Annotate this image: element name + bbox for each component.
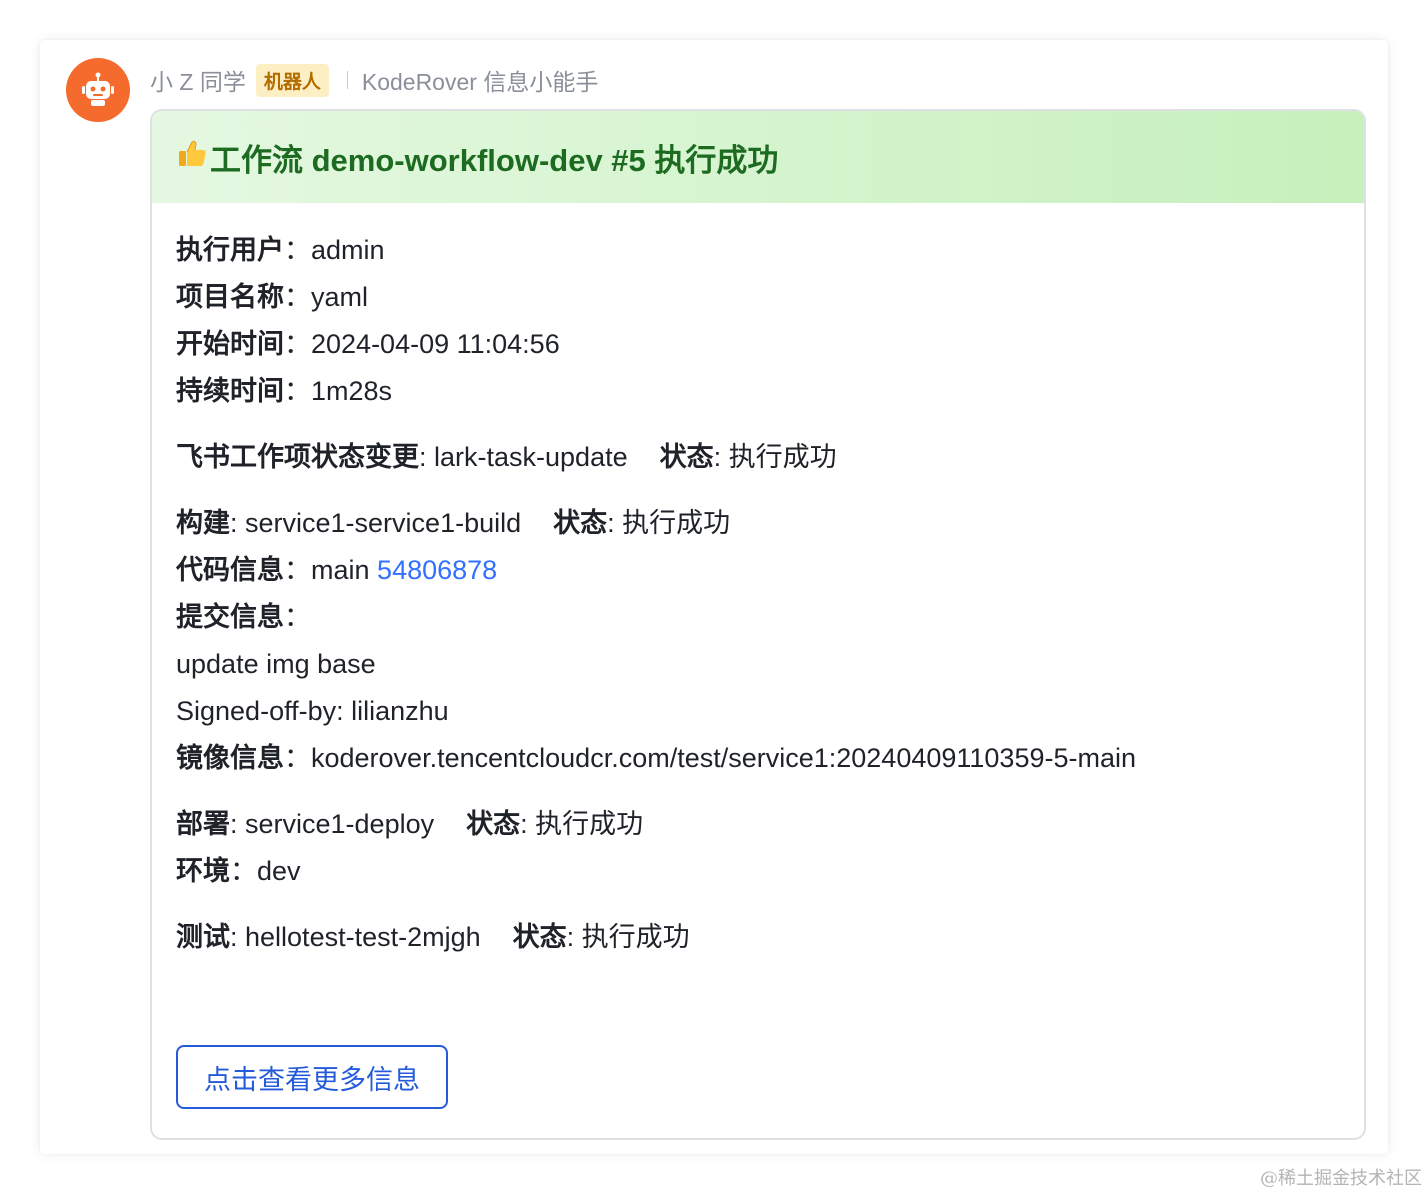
summary-value: yaml [311,282,369,312]
status-label: 状态 [512,922,567,952]
build-row: 构建: service1-service1-build 状态: 执行成功 [176,508,731,538]
summary-value: 1m28s [311,376,393,406]
image-info-label: 镜像信息 [176,743,284,773]
branch-name: main [311,555,370,585]
env-row: 环境：dev [176,856,301,886]
test-label: 测试 [176,922,230,952]
lark-task-label: 飞书工作项状态变更 [176,442,419,472]
summary-row-project: 项目名称：yaml [176,282,369,312]
test-name: hellotest-test-2mjgh [245,922,481,952]
commit-msg-line: Signed-off-by: lilianzhu [176,696,449,726]
env-label: 环境 [176,856,230,886]
message-header: 小 Z 同学 机器人 KodeRover 信息小能手 [150,62,598,98]
status-value: 执行成功 [622,508,731,538]
summary-row-duration: 持续时间：1m28s [176,376,393,406]
summary-row-user: 执行用户：admin [176,235,385,265]
image-value: koderover.tencentcloudcr.com/test/servic… [311,743,1137,773]
summary-value: 2024-04-09 11:04:56 [311,329,560,359]
card-header: 工作流 demo-workflow-dev #5 执行成功 [152,111,1364,203]
robot-icon [82,72,114,106]
status-value: 执行成功 [535,809,644,839]
status-label: 状态 [466,809,521,839]
card-title: 工作流 demo-workflow-dev #5 执行成功 [176,135,778,180]
commit-msg-label-row: 提交信息： [176,602,311,632]
build-name: service1-service1-build [245,508,522,538]
test-row: 测试: hellotest-test-2mjgh 状态: 执行成功 [176,922,690,952]
summary-value: admin [311,235,385,265]
image-info-row: 镜像信息：koderover.tencentcloudcr.com/test/s… [176,743,1137,773]
message-card: 工作流 demo-workflow-dev #5 执行成功 执行用户：admin… [150,109,1366,1140]
sender-name[interactable]: 小 Z 同学 [150,63,246,97]
commit-msg-label: 提交信息 [176,602,284,632]
summary-row-start-time: 开始时间：2024-04-09 11:04:56 [176,329,560,359]
lark-task-name: lark-task-update [434,442,628,472]
group-name: KodeRover 信息小能手 [361,69,599,95]
code-info-row: 代码信息：main 54806878 [176,555,498,585]
status-label: 状态 [553,508,608,538]
commit-link[interactable]: 54806878 [377,555,497,585]
avatar[interactable] [66,58,130,122]
deploy-label: 部署 [176,809,230,839]
status-value: 执行成功 [581,922,690,952]
summary-label: 开始时间 [176,329,284,359]
header-divider [346,71,348,89]
summary-label: 执行用户 [176,235,284,265]
view-more-button[interactable]: 点击查看更多信息 [176,1045,448,1109]
env-value: dev [257,856,301,886]
summary-label: 持续时间 [176,376,284,406]
summary-label: 项目名称 [176,282,284,312]
card-body: 执行用户：admin 项目名称：yaml 开始时间：2024-04-09 11:… [152,203,1364,961]
thumbs-up-icon [176,137,208,177]
bot-badge: 机器人 [255,63,329,97]
build-label: 构建 [176,508,230,538]
deploy-name: service1-deploy [245,809,435,839]
status-value: 执行成功 [728,442,837,472]
status-label: 状态 [659,442,714,472]
code-info-label: 代码信息 [176,555,284,585]
watermark: @稀土掘金技术社区 [1260,1168,1422,1189]
card-title-text: 工作流 demo-workflow-dev #5 执行成功 [210,142,779,178]
lark-task-row: 飞书工作项状态变更: lark-task-update 状态: 执行成功 [176,442,837,472]
deploy-row: 部署: service1-deploy 状态: 执行成功 [176,809,644,839]
commit-msg-line: update img base [176,649,376,679]
